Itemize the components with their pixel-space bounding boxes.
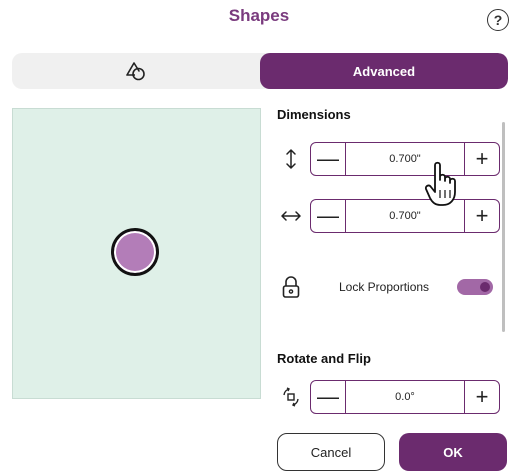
lock-proportions-label: Lock Proportions: [339, 280, 430, 294]
tab-shapes[interactable]: [12, 53, 260, 89]
dimensions-title: Dimensions: [277, 107, 351, 122]
panel-scrollbar[interactable]: [502, 122, 505, 332]
rotate-flip-icon: [278, 384, 304, 410]
cancel-button[interactable]: Cancel: [277, 433, 385, 471]
toggle-knob: [480, 282, 490, 292]
height-increase-button[interactable]: +: [464, 143, 499, 175]
width-increase-button[interactable]: +: [464, 200, 499, 232]
tab-advanced[interactable]: Advanced: [260, 53, 508, 89]
tab-bar: Advanced: [12, 53, 508, 89]
shapes-icon: [126, 62, 145, 81]
dialog-title: Shapes: [228, 6, 290, 25]
lock-proportions-toggle[interactable]: [457, 279, 493, 295]
width-stepper: — 0.700" +: [310, 199, 500, 233]
rotate-increase-button[interactable]: +: [464, 381, 499, 413]
height-decrease-button[interactable]: —: [311, 143, 346, 175]
rotate-decrease-button[interactable]: —: [311, 381, 346, 413]
vertical-resize-icon: [278, 146, 304, 172]
height-stepper: — 0.700" +: [310, 142, 500, 176]
rotate-flip-title: Rotate and Flip: [277, 351, 371, 366]
rotate-value[interactable]: 0.0°: [346, 381, 464, 413]
horizontal-resize-icon: [278, 203, 304, 229]
hand-cursor-icon: [424, 161, 456, 206]
help-icon: ?: [493, 12, 503, 28]
help-button[interactable]: ?: [487, 9, 509, 31]
rotate-stepper: — 0.0° +: [310, 380, 500, 414]
width-decrease-button[interactable]: —: [311, 200, 346, 232]
tab-advanced-label: Advanced: [352, 63, 416, 79]
ok-button[interactable]: OK: [399, 433, 507, 471]
shape-preview-circle: [111, 228, 159, 276]
lock-icon: [278, 274, 304, 300]
